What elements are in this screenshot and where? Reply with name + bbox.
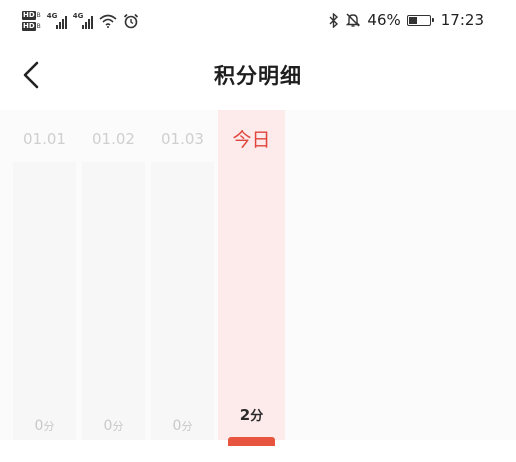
battery-fill xyxy=(408,16,417,24)
status-right: 46% 17:23 xyxy=(329,8,484,32)
column-background xyxy=(151,162,214,440)
day-column[interactable]: 01.03 0分 xyxy=(149,110,216,440)
day-label: 01.03 xyxy=(161,130,204,148)
column-background xyxy=(82,162,145,440)
day-value-unit: 分 xyxy=(250,409,264,424)
nav-header: 积分明细 xyxy=(0,40,516,110)
hd-tag-1: HD xyxy=(22,11,36,20)
day-value-unit: 分 xyxy=(181,420,193,433)
clock-time: 17:23 xyxy=(440,11,484,29)
wifi-icon xyxy=(99,14,117,28)
page-title: 积分明细 xyxy=(214,64,302,88)
status-bar: HD B HD B 4G 4G 46% 17:23 xyxy=(0,0,516,40)
hd-tag-2: HD xyxy=(22,22,36,31)
day-value: 0分 xyxy=(149,418,216,434)
day-label: 01.01 xyxy=(23,130,66,148)
day-column[interactable]: 01.01 0分 xyxy=(11,110,78,440)
day-column-today[interactable]: 今日 2分 xyxy=(218,110,285,446)
value-bar xyxy=(228,437,275,446)
day-value: 0分 xyxy=(80,418,147,434)
day-label: 今日 xyxy=(232,129,271,151)
signal-icon-2: 4G xyxy=(72,12,93,29)
alarm-icon xyxy=(123,13,138,29)
day-value: 2分 xyxy=(218,405,285,424)
day-column[interactable]: 01.02 0分 xyxy=(80,110,147,440)
status-left: HD B HD B 4G 4G xyxy=(22,6,139,36)
network-label-2: 4G xyxy=(72,12,84,20)
bluetooth-icon xyxy=(329,12,339,28)
network-label-1: 4G xyxy=(46,12,58,20)
day-value-unit: 分 xyxy=(112,420,124,433)
mute-icon xyxy=(346,13,361,27)
day-value: 0分 xyxy=(11,418,78,434)
day-label: 01.02 xyxy=(92,130,135,148)
hd-icon: HD B HD B xyxy=(22,11,41,31)
battery-icon xyxy=(406,14,434,26)
points-chart[interactable]: 01.01 0分 01.02 0分 01.03 0分 今日 2分 xyxy=(0,110,516,446)
column-background xyxy=(13,162,76,440)
day-value-unit: 分 xyxy=(43,420,55,433)
signal-icon: 4G xyxy=(46,12,67,29)
battery-percent: 46% xyxy=(367,11,401,29)
day-value-number: 2 xyxy=(239,406,251,424)
